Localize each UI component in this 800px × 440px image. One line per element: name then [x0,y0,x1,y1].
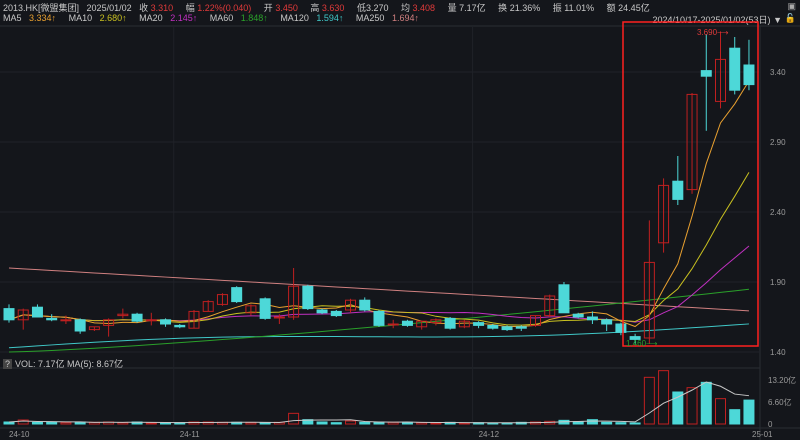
candle-body [444,317,456,329]
volume-bar [316,421,328,425]
volume-bar [145,422,157,425]
volume-bar [643,376,655,425]
volume-bar [401,421,413,425]
candle-body [273,316,285,319]
volume-tick-label: 13.20亿 [768,375,796,385]
candle-body [515,326,527,329]
volume-bar [743,399,755,425]
candle-body [558,284,570,314]
volume-bar [387,421,399,425]
volume-bar [715,398,726,425]
candle-body [259,298,271,319]
date-tick-label: 24-10 [9,430,30,439]
volume-bar [586,419,598,425]
candle-body [231,287,243,303]
date-tick-label: 25-01 [752,430,773,439]
volume-ma5-line [8,381,750,424]
candle-body [31,306,43,318]
candle-body [316,309,328,314]
volume-bar [31,421,43,425]
ma250-line [8,267,749,312]
candle-body [672,180,684,200]
volume-tick-label: 6.60亿 [768,397,792,407]
volume-bar [430,422,442,425]
candle-body [131,313,143,322]
candle-body [359,299,371,311]
candle-body [473,322,485,326]
volume-bar [359,421,371,425]
date-tick-label: 24-12 [479,430,500,439]
volume-bar [46,421,58,425]
candle-body [60,319,72,322]
price-tick-label: 3.40 [770,68,786,77]
volume-summary: VOL: 7.17亿 MA(5): 8.67亿 [15,359,124,369]
candle-body [174,324,186,328]
min-price-label: 1.460⟶ [626,339,658,348]
candle-body [145,319,157,322]
volume-bar [658,370,670,425]
price-tick-label: 2.40 [770,208,786,217]
volume-bar [345,420,357,425]
volume-bar [700,381,712,425]
candle-body [160,319,172,325]
volume-bar [60,422,72,425]
candle-body [302,285,314,310]
candle-body [586,316,598,321]
volume-bar [615,422,627,425]
candle-body [729,47,741,91]
candle-body [330,310,342,317]
candle-body [572,313,584,318]
help-icon[interactable]: ? [3,359,13,369]
volume-bar [629,422,641,425]
candle-body [387,323,399,326]
price-tick-label: 1.40 [770,348,786,357]
candle-body [46,317,58,321]
ma10-line [8,172,750,326]
max-price-label: 3.690⟶ [697,28,729,37]
candle-body [74,319,86,332]
candle-body [700,70,712,77]
date-tick-label: 24-11 [180,430,200,439]
candle-body [601,319,613,325]
candle-body [615,323,627,333]
volume-bar [601,421,613,425]
volume-bar [686,387,698,425]
candle-body [743,64,755,86]
volume-bar [729,409,741,425]
kline-chart[interactable]: 3.40 2.90 2.40 1.90 1.40 13.20亿 6.60亿 0 24-10 24-… [0,0,800,440]
volume-bar [117,422,129,425]
volume-bar [330,422,342,425]
candle-body [487,324,499,329]
volume-tick-label: 0 [768,420,773,429]
candle-body [3,308,15,321]
volume-bar [288,412,300,425]
candle-body [373,310,385,326]
price-tick-label: 1.90 [770,278,786,287]
volume-bar [416,422,428,425]
volume-bar [245,422,257,425]
price-tick-label: 2.90 [770,138,786,147]
candle-body [401,320,413,326]
volume-bar [3,421,15,425]
candle-body [501,326,513,331]
volume-header: ? VOL: 7.17亿 MA(5): 8.67亿 [3,357,123,370]
